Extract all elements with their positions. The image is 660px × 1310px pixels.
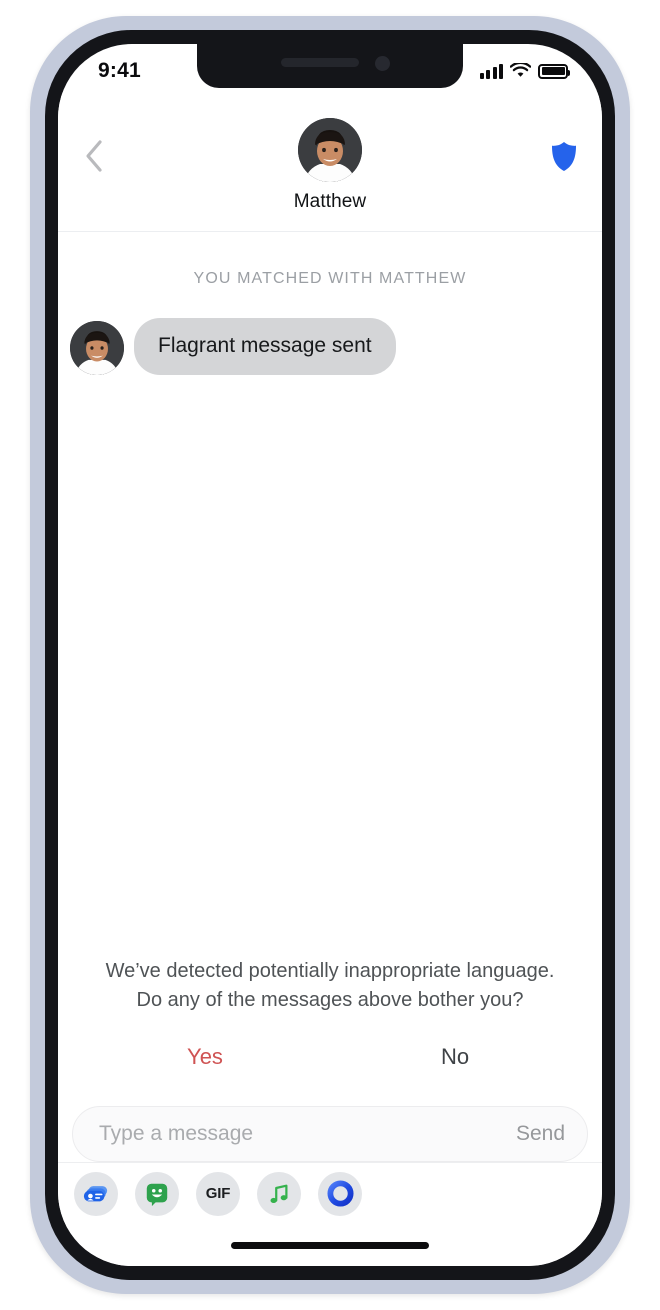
send-button[interactable]: Send: [516, 1122, 565, 1146]
composer-field[interactable]: Type a message Send: [72, 1106, 588, 1162]
message-row: Flagrant message sent: [70, 318, 602, 376]
status-clock: 9:41: [98, 59, 141, 82]
safety-shield-button[interactable]: [542, 134, 586, 178]
moderation-no-button[interactable]: No: [330, 1044, 580, 1070]
message-bubble[interactable]: Flagrant message sent: [134, 318, 396, 376]
moderation-line-2: Do any of the messages above bother you?: [136, 988, 524, 1011]
moderation-prompt: We’ve detected potentially inappropriate…: [58, 957, 602, 1070]
app-drawer: GIF: [58, 1162, 602, 1224]
wifi-icon: [510, 63, 531, 77]
message-composer: Type a message Send: [58, 1106, 602, 1162]
contact-card-app-button[interactable]: [74, 1171, 118, 1216]
moderation-actions: Yes No: [58, 1044, 602, 1070]
music-app-button[interactable]: [257, 1171, 301, 1216]
front-camera-icon: [375, 56, 390, 71]
screenshot-canvas: 9:41 Matthew YOU MATCHED WITH MATTHEW Fl…: [0, 0, 660, 1310]
memoji-sticker-icon: [146, 1183, 168, 1206]
user-avatar-photo: [70, 321, 124, 376]
home-indicator[interactable]: [231, 1242, 429, 1249]
gif-app-button[interactable]: GIF: [196, 1171, 240, 1216]
digital-touch-icon: [326, 1180, 354, 1207]
status-indicators: [479, 63, 570, 79]
page-title: Matthew: [293, 191, 367, 212]
match-banner: YOU MATCHED WITH MATTHEW: [193, 270, 467, 287]
moderation-yes-button[interactable]: Yes: [80, 1044, 330, 1070]
cellular-signal-icon: [479, 63, 503, 79]
phone-screen: 9:41 Matthew YOU MATCHED WITH MATTHEW Fl…: [58, 44, 602, 1266]
contact-card-icon: [83, 1185, 108, 1201]
music-note-icon: [270, 1184, 288, 1203]
memoji-app-button[interactable]: [135, 1171, 179, 1216]
earpiece-speaker-icon: [281, 58, 359, 67]
battery-full-icon: [538, 63, 570, 79]
message-input[interactable]: Type a message: [99, 1122, 516, 1146]
moderation-line-1: We’ve detected potentially inappropriate…: [105, 960, 555, 983]
header-profile[interactable]: Matthew: [58, 118, 602, 213]
gif-icon: GIF: [205, 1185, 231, 1202]
shield-icon: [552, 141, 576, 171]
chat-header: Matthew: [58, 92, 602, 232]
digital-touch-app-button[interactable]: [318, 1171, 362, 1216]
message-avatar[interactable]: [70, 321, 124, 376]
user-avatar-photo: [298, 118, 362, 182]
avatar[interactable]: [298, 118, 362, 182]
notch: [197, 44, 463, 88]
